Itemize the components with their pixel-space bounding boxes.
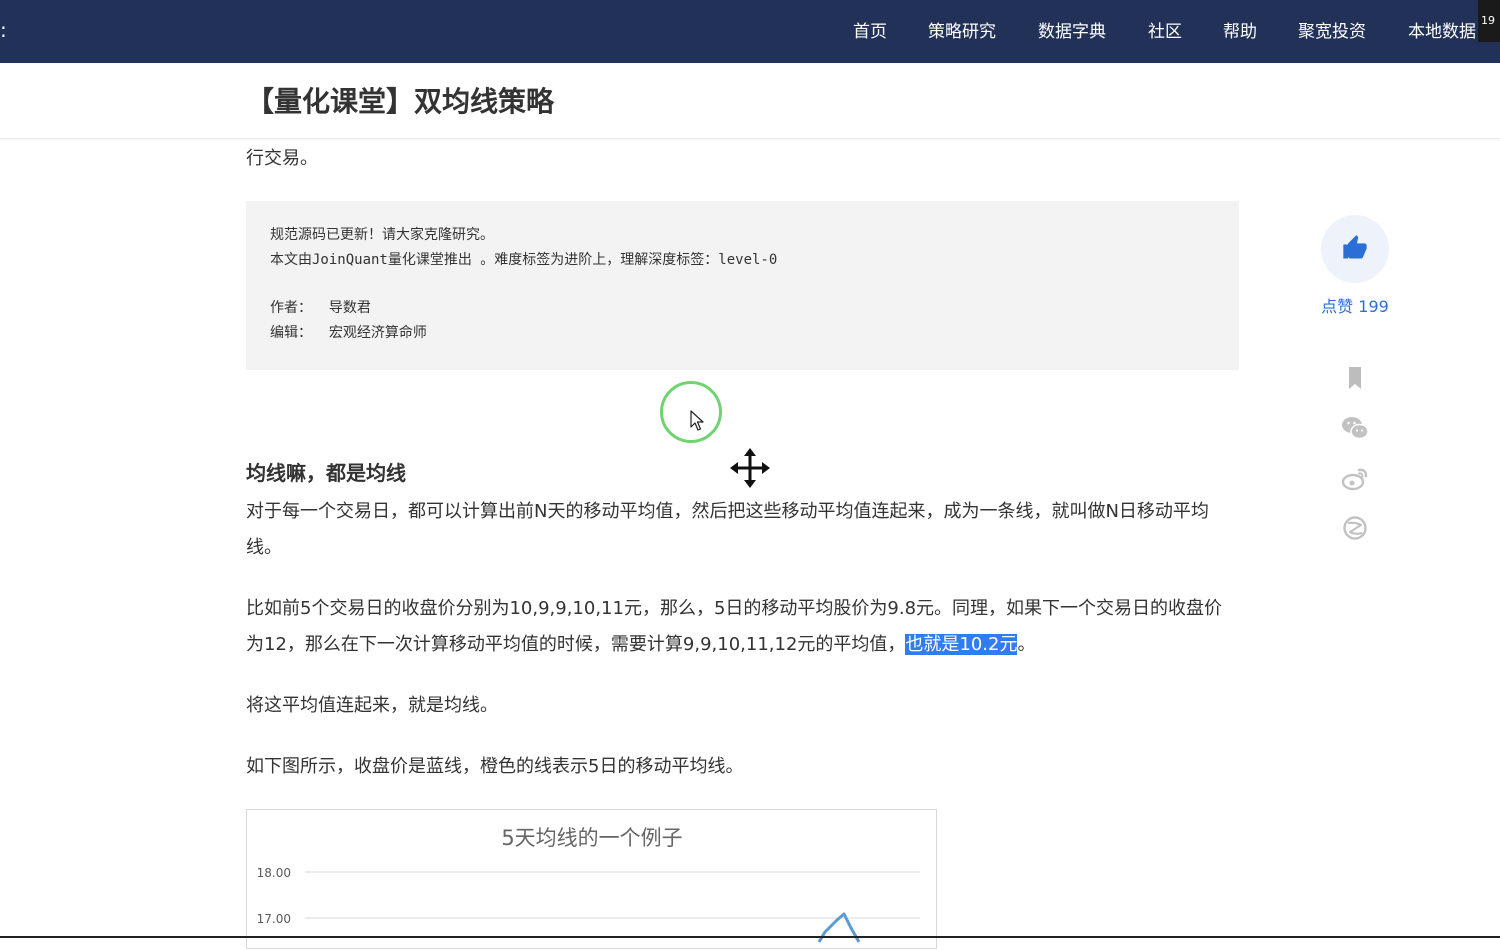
like-button[interactable]	[1321, 215, 1389, 283]
paragraph-example-end: 。	[1017, 634, 1036, 655]
menu-edge-glyph: :	[0, 18, 7, 42]
thumbs-up-icon	[1343, 235, 1367, 259]
lead-fragment: 行交易。	[246, 148, 318, 169]
paragraph-example: 比如前5个交易日的收盘价分别为10,9,9,10,11元，那么，5日的移动平均股…	[246, 591, 1239, 663]
article-title-bar: 【量化课堂】双均线策略	[0, 63, 1500, 139]
nav-item-data-dictionary[interactable]: 数据字典	[1038, 20, 1106, 44]
nav-item-local-data[interactable]: 本地数据	[1408, 20, 1476, 44]
notice-line-2: 本文由JoinQuant量化课堂推出 。难度标签为进阶上，理解深度标签：leve…	[270, 251, 778, 268]
nav-item-help[interactable]: 帮助	[1223, 20, 1257, 44]
top-nav-bar: : 首页 策略研究 数据字典 社区 帮助 聚宽投资 本地数据 19	[0, 0, 1500, 63]
like-count-label[interactable]: 点赞 199	[1300, 296, 1410, 318]
notice-editor: 编辑： 宏观经济算命师	[270, 324, 427, 341]
bookmark-icon[interactable]	[1340, 363, 1370, 393]
notice-box: 规范源码已更新！请大家克隆研究。 本文由JoinQuant量化课堂推出 。难度标…	[246, 201, 1239, 370]
paragraph-connect: 将这平均值连起来，就是均线。	[246, 695, 498, 716]
nav-badge: 19	[1478, 0, 1500, 42]
qzone-icon[interactable]	[1340, 513, 1370, 543]
weibo-icon[interactable]	[1340, 463, 1370, 493]
paragraph-moving-average-definition: 对于每一个交易日，都可以计算出前N天的移动平均值，然后把这些移动平均值连起来，成…	[246, 501, 1209, 558]
selected-text: 也就是10.2元	[905, 634, 1018, 655]
nav-item-strategy-research[interactable]: 策略研究	[928, 20, 996, 44]
mouse-pointer-icon	[690, 410, 704, 431]
notice-line-1: 规范源码已更新！请大家克隆研究。	[270, 227, 494, 243]
paragraph-figure-caption: 如下图所示，收盘价是蓝线，橙色的线表示5日的移动平均线。	[246, 756, 744, 777]
wechat-icon[interactable]	[1340, 413, 1370, 443]
section-heading: 均线嘛，都是均线	[246, 461, 406, 485]
chart-title: 5天均线的一个例子	[501, 826, 682, 850]
notice-author: 作者： 导数君	[270, 300, 371, 316]
nav-item-joinquant-invest[interactable]: 聚宽投资	[1298, 20, 1366, 44]
moving-average-chart: 5天均线的一个例子 18.00 17.00	[246, 809, 937, 949]
nav-item-community[interactable]: 社区	[1148, 20, 1182, 44]
nav-item-home[interactable]: 首页	[853, 20, 887, 44]
y-tick-label: 17.00	[257, 912, 291, 926]
move-cursor-icon	[730, 448, 770, 488]
y-tick-label: 18.00	[257, 866, 291, 880]
chart-svg: 5天均线的一个例子 18.00 17.00	[257, 826, 920, 943]
article-title: 【量化课堂】双均线策略	[246, 85, 555, 118]
paragraph-example-text: 比如前5个交易日的收盘价分别为10,9,9,10,11元，那么，5日的移动平均股…	[246, 598, 1223, 655]
